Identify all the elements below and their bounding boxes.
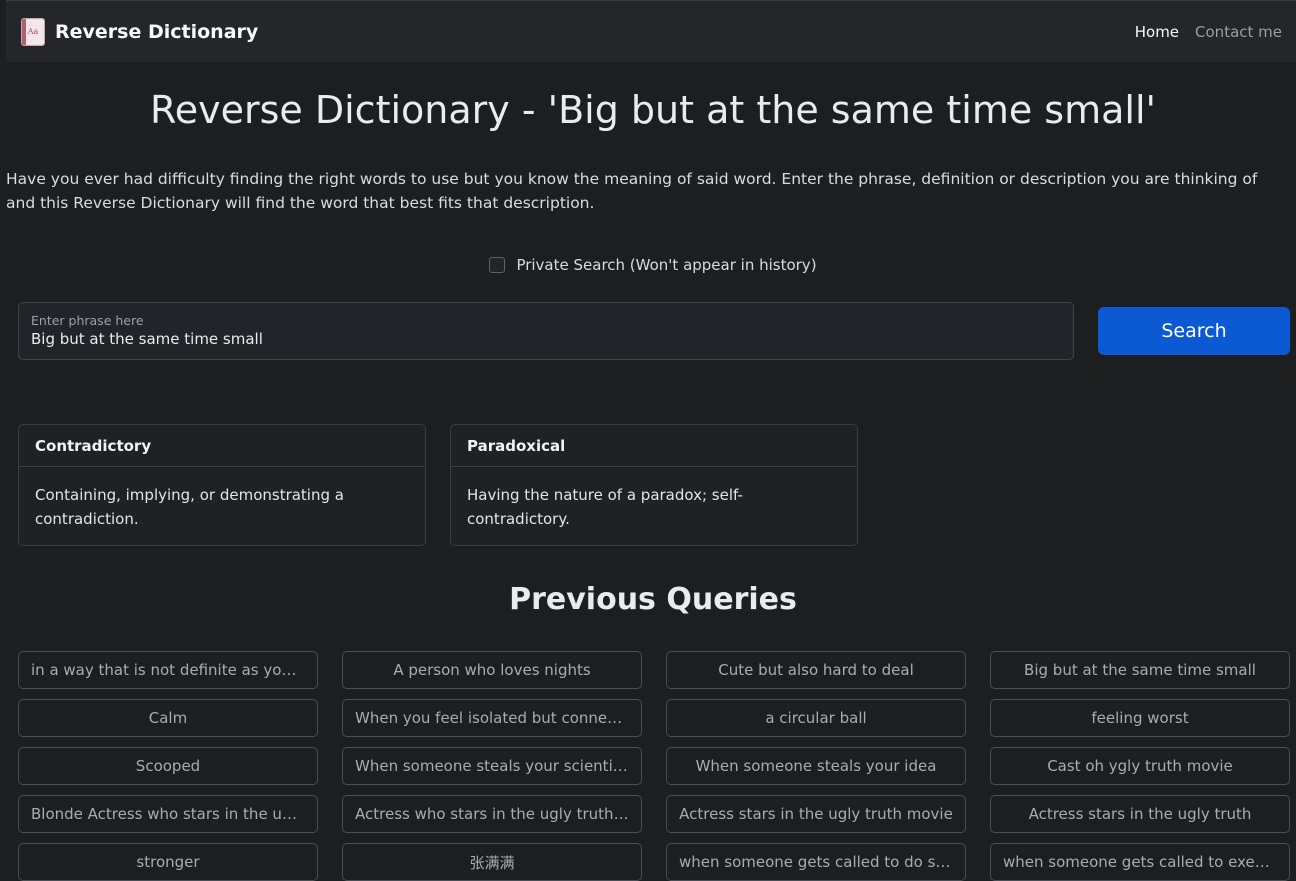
- previous-query-button[interactable]: Big but at the same time small: [990, 651, 1290, 689]
- previous-query-button[interactable]: a circular ball: [666, 699, 966, 737]
- previous-query-label: Actress stars in the ugly truth: [1028, 805, 1252, 823]
- previous-query-label: Cast oh ygly truth movie: [1047, 757, 1233, 775]
- brand[interactable]: Aa Reverse Dictionary: [21, 17, 258, 46]
- previous-query-button[interactable]: A person who loves nights: [342, 651, 642, 689]
- private-search-option: Private Search (Won't appear in history): [0, 256, 1296, 274]
- result-definition: Having the nature of a paradox; self-con…: [467, 486, 743, 528]
- previous-query-label: when someone gets called to do so...: [679, 853, 953, 871]
- result-word: Paradoxical: [451, 425, 857, 467]
- previous-query-button[interactable]: in a way that is not definite as you m..…: [18, 651, 318, 689]
- page-title: Reverse Dictionary - 'Big but at the sam…: [150, 88, 1156, 132]
- previous-query-label: when someone gets called to execut...: [1003, 853, 1277, 871]
- previous-query-button[interactable]: stronger: [18, 843, 318, 881]
- previous-query-label: When someone steals your idea: [695, 757, 937, 775]
- result-card: Paradoxical Having the nature of a parad…: [450, 424, 858, 546]
- previous-query-button[interactable]: When someone steals your idea: [666, 747, 966, 785]
- previous-query-label: A person who loves nights: [393, 661, 591, 679]
- previous-query-button[interactable]: 张满满: [342, 843, 642, 881]
- previous-query-label: Scooped: [135, 757, 201, 775]
- result-word: Contradictory: [19, 425, 425, 467]
- previous-query-label: Cute but also hard to deal: [718, 661, 914, 679]
- previous-query-label: Actress who stars in the ugly truth m...: [355, 805, 629, 823]
- nav-links: Home Contact me: [1119, 23, 1282, 41]
- search-floating-label: Enter phrase here: [31, 313, 144, 328]
- previous-queries-title: Previous Queries: [509, 582, 797, 617]
- previous-query-button[interactable]: Calm: [18, 699, 318, 737]
- previous-query-label: feeling worst: [1091, 709, 1189, 727]
- search-field[interactable]: Enter phrase here Big but at the same ti…: [18, 302, 1074, 360]
- previous-query-button[interactable]: feeling worst: [990, 699, 1290, 737]
- previous-query-button[interactable]: When someone steals your scientific ...: [342, 747, 642, 785]
- previous-query-label: Blonde Actress who stars in the ugly ...: [31, 805, 305, 823]
- previous-query-label: stronger: [136, 853, 200, 871]
- previous-query-label: 张满满: [469, 853, 515, 872]
- previous-query-button[interactable]: when someone gets called to execut...: [990, 843, 1290, 881]
- previous-query-button[interactable]: Blonde Actress who stars in the ugly ...: [18, 795, 318, 833]
- previous-query-button[interactable]: when someone gets called to do so...: [666, 843, 966, 881]
- previous-query-label: When you feel isolated but connecte...: [355, 709, 629, 727]
- dictionary-book-icon: Aa: [21, 17, 45, 46]
- previous-query-label: a circular ball: [765, 709, 867, 727]
- result-definition: Containing, implying, or demonstrating a…: [35, 486, 344, 528]
- previous-query-button[interactable]: When you feel isolated but connecte...: [342, 699, 642, 737]
- search-button[interactable]: Search: [1098, 307, 1290, 355]
- previous-query-button[interactable]: Cute but also hard to deal: [666, 651, 966, 689]
- result-card: Contradictory Containing, implying, or d…: [18, 424, 426, 546]
- brand-title[interactable]: Reverse Dictionary: [55, 21, 258, 43]
- navbar: Aa Reverse Dictionary Home Contact me: [6, 0, 1296, 62]
- private-search-label[interactable]: Private Search (Won't appear in history): [516, 256, 816, 274]
- nav-link-contact[interactable]: Contact me: [1195, 23, 1282, 41]
- previous-query-label: in a way that is not definite as you m..…: [31, 661, 305, 679]
- page-description: Have you ever had difficulty finding the…: [6, 170, 1258, 212]
- previous-query-button[interactable]: Actress who stars in the ugly truth m...: [342, 795, 642, 833]
- previous-query-label: Big but at the same time small: [1024, 661, 1256, 679]
- previous-query-button[interactable]: Scooped: [18, 747, 318, 785]
- nav-link-home[interactable]: Home: [1135, 23, 1179, 41]
- previous-query-button[interactable]: Cast oh ygly truth movie: [990, 747, 1290, 785]
- previous-query-button[interactable]: Actress stars in the ugly truth movie: [666, 795, 966, 833]
- search-input[interactable]: Big but at the same time small: [31, 330, 1061, 348]
- previous-query-label: Calm: [148, 709, 188, 727]
- private-search-checkbox[interactable]: [489, 257, 506, 273]
- previous-query-label: When someone steals your scientific ...: [355, 757, 629, 775]
- previous-query-label: Actress stars in the ugly truth movie: [679, 805, 953, 823]
- previous-query-button[interactable]: Actress stars in the ugly truth: [990, 795, 1290, 833]
